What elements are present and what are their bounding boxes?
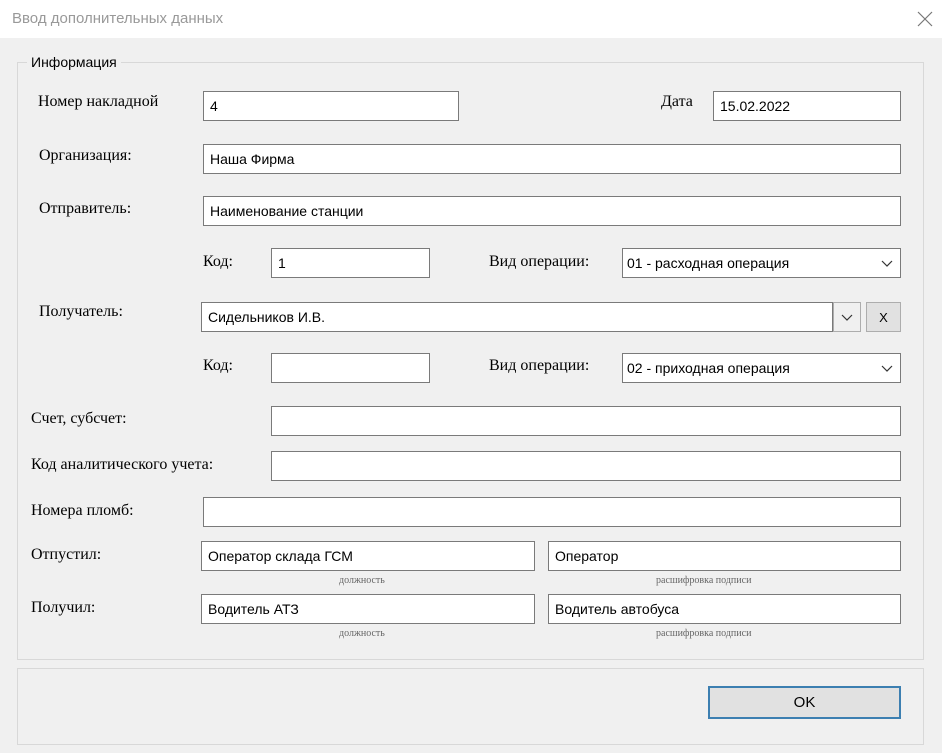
close-button[interactable] (902, 0, 948, 38)
chevron-down-icon (881, 260, 893, 267)
received-position-caption: должность (339, 628, 385, 639)
sender-operation-label: Вид операции: (489, 253, 590, 270)
released-position-input[interactable]: Оператор склада ГСМ (201, 541, 535, 571)
released-signature-input[interactable]: Оператор (548, 541, 901, 571)
ok-button[interactable]: OK (708, 686, 901, 719)
date-label: Дата (661, 93, 693, 110)
recipient-label: Получатель: (39, 303, 123, 320)
recipient-code-label: Код: (203, 357, 233, 374)
sender-operation-value: 01 - расходная операция (627, 255, 790, 271)
window-border (942, 38, 948, 753)
released-signature-caption: расшифровка подписи (656, 575, 752, 586)
window-title: Ввод дополнительных данных (12, 10, 224, 27)
recipient-operation-label: Вид операции: (489, 357, 590, 374)
invoice-number-label: Номер накладной (38, 93, 159, 110)
date-input[interactable]: 15.02.2022 (713, 91, 901, 121)
recipient-code-input[interactable] (271, 353, 430, 383)
title-bar: Ввод дополнительных данных (0, 0, 948, 38)
received-position-input[interactable]: Водитель АТЗ (201, 594, 535, 624)
analytic-code-label: Код аналитического учета: (31, 456, 214, 473)
chevron-down-icon (881, 365, 893, 372)
invoice-number-input[interactable]: 4 (203, 91, 459, 121)
received-signature-caption: расшифровка подписи (656, 628, 752, 639)
sender-label: Отправитель: (39, 200, 132, 217)
sender-input[interactable]: Наименование станции (203, 196, 901, 226)
organization-label: Организация: (39, 147, 132, 164)
account-label: Счет, субсчет: (31, 410, 127, 427)
released-position-caption: должность (339, 575, 385, 586)
recipient-operation-select[interactable]: 02 - приходная операция (622, 353, 901, 383)
close-icon (917, 11, 933, 27)
seals-input[interactable] (203, 497, 901, 527)
info-groupbox-title: Информация (27, 54, 121, 70)
chevron-down-icon (841, 314, 853, 321)
dialog-window: Ввод дополнительных данных Информация Но… (0, 0, 948, 753)
recipient-clear-button[interactable]: X (866, 302, 901, 332)
sender-operation-select[interactable]: 01 - расходная операция (622, 248, 901, 278)
sender-code-input[interactable]: 1 (271, 248, 430, 278)
account-input[interactable] (271, 406, 901, 436)
received-signature-input[interactable]: Водитель автобуса (548, 594, 901, 624)
organization-input[interactable]: Наша Фирма (203, 144, 901, 174)
recipient-operation-value: 02 - приходная операция (627, 360, 790, 376)
recipient-input[interactable]: Сидельников И.В. (201, 302, 833, 332)
recipient-dropdown-button[interactable] (833, 302, 861, 332)
sender-code-label: Код: (203, 253, 233, 270)
released-label: Отпустил: (31, 546, 102, 563)
analytic-code-input[interactable] (271, 451, 901, 481)
received-label: Получил: (31, 599, 96, 616)
seals-label: Номера пломб: (31, 502, 134, 519)
